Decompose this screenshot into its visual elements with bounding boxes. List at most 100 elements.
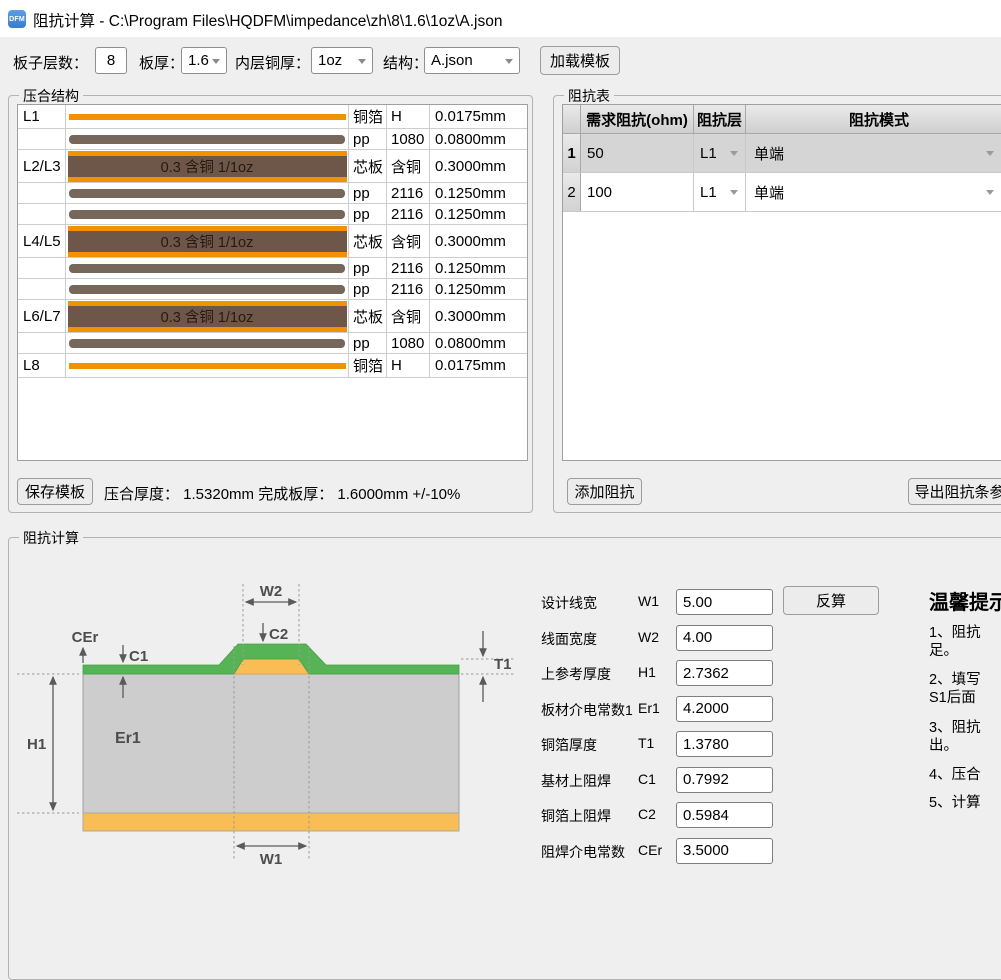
stackup-row[interactable]: L2/L30.3 含铜 1/1oz芯板含铜0.3000mm <box>18 150 527 183</box>
stackup-layer-graphic <box>66 204 349 224</box>
stackup-row[interactable]: L6/L70.3 含铜 1/1oz芯板含铜0.3000mm <box>18 300 527 333</box>
param-input-cer[interactable] <box>676 838 773 864</box>
param-symbol-cer: CEr <box>638 842 662 858</box>
param-input-er1[interactable] <box>676 696 773 722</box>
tips-line: 出。 <box>929 734 958 755</box>
impedance-layer-dropdown[interactable]: L1 <box>694 173 746 211</box>
window-title: 阻抗计算 - C:\Program Files\HQDFM\impedance\… <box>33 9 502 31</box>
pp-bar <box>69 135 345 144</box>
param-label-er1: 板材介电常数1 <box>541 700 633 720</box>
stackup-layer-graphic <box>66 258 349 278</box>
core-bar: 0.3 含铜 1/1oz <box>68 151 347 182</box>
stackup-row[interactable]: L1铜箔H0.0175mm <box>18 105 527 129</box>
row-number-cell[interactable]: 1 <box>563 134 581 172</box>
param-input-c1[interactable] <box>676 767 773 793</box>
board-thickness-value: 1.6 <box>188 52 209 69</box>
stackup-thickness: 0.1250mm <box>430 204 527 224</box>
h1-dim-label: H1 <box>27 736 46 753</box>
core-bar: 0.3 含铜 1/1oz <box>68 226 347 257</box>
impedance-mode-dropdown[interactable]: 单端 <box>746 134 1001 172</box>
stackup-material-spec: 含铜 <box>387 225 430 257</box>
stackup-thickness: 0.1250mm <box>430 258 527 278</box>
required-impedance-cell[interactable]: 100 <box>581 173 694 211</box>
stackup-row[interactable]: pp21160.1250mm <box>18 183 527 204</box>
stackup-summary: 压合厚度： 1.5320mm 完成板厚： 1.6000mm +/-10% <box>104 483 460 504</box>
param-symbol-c2: C2 <box>638 806 656 822</box>
inner-copper-dropdown[interactable]: 1oz <box>311 47 373 74</box>
calc-group: 阻抗计算 <box>8 537 1001 980</box>
stackup-row[interactable]: pp21160.1250mm <box>18 279 527 300</box>
stackup-material-spec: 1080 <box>387 333 430 353</box>
stackup-layer-graphic <box>66 354 349 377</box>
stackup-thickness: 0.1250mm <box>430 279 527 299</box>
required-impedance-cell[interactable]: 50 <box>581 134 694 172</box>
copper-bar <box>69 363 346 369</box>
param-symbol-er1: Er1 <box>638 700 660 716</box>
board-thickness-label: 板厚： <box>139 52 184 73</box>
stackup-material-spec: 2116 <box>387 183 430 203</box>
impedance-group-title: 阻抗表 <box>564 86 614 106</box>
param-label-t1: 铜箔厚度 <box>541 735 597 755</box>
param-input-t1[interactable] <box>676 731 773 757</box>
param-input-c2[interactable] <box>676 802 773 828</box>
save-template-button[interactable]: 保存模板 <box>17 478 93 505</box>
c2-dim-label: C2 <box>269 626 288 643</box>
stackup-thickness: 0.3000mm <box>430 300 527 332</box>
stackup-thickness: 0.1250mm <box>430 183 527 203</box>
stackup-material-spec: 1080 <box>387 129 430 149</box>
stackup-row[interactable]: pp21160.1250mm <box>18 204 527 225</box>
board-layers-input-box <box>95 47 127 74</box>
stackup-row[interactable]: pp10800.0800mm <box>18 333 527 354</box>
stackup-material-spec: 2116 <box>387 204 430 224</box>
stackup-row[interactable]: L4/L50.3 含铜 1/1oz芯板含铜0.3000mm <box>18 225 527 258</box>
param-label-h1: 上参考厚度 <box>541 664 611 684</box>
param-input-w2[interactable] <box>676 625 773 651</box>
pp-bar <box>69 264 345 273</box>
tips-line: 足。 <box>929 639 958 660</box>
chevron-down-icon <box>730 190 738 195</box>
row-number-cell[interactable]: 2 <box>563 173 581 211</box>
load-template-button[interactable]: 加载模板 <box>540 46 620 75</box>
add-impedance-button[interactable]: 添加阻抗 <box>567 478 642 505</box>
board-layers-label: 板子层数： <box>13 52 88 73</box>
chevron-down-icon <box>212 59 220 64</box>
stackup-layer-name <box>18 204 66 224</box>
reverse-calc-button[interactable]: 反算 <box>783 586 879 615</box>
stackup-layer-name <box>18 258 66 278</box>
chevron-down-icon <box>358 59 366 64</box>
stackup-row[interactable]: L8铜箔H0.0175mm <box>18 354 527 378</box>
tips-line: S1后面 <box>929 686 976 707</box>
stackup-material-type: pp <box>349 279 387 299</box>
stackup-row[interactable]: pp21160.1250mm <box>18 258 527 279</box>
stackup-layer-name: L6/L7 <box>18 300 66 332</box>
stackup-material-type: pp <box>349 183 387 203</box>
stackup-thickness: 0.3000mm <box>430 150 527 182</box>
board-thickness-dropdown[interactable]: 1.6 <box>181 47 227 74</box>
impedance-mode-dropdown[interactable]: 单端 <box>746 173 1001 211</box>
impedance-layer-dropdown[interactable]: L1 <box>694 134 746 172</box>
impedance-table-header: 需求阻抗(ohm) 阻抗层 阻抗模式 <box>563 105 1001 134</box>
impedance-row[interactable]: 150L1单端 <box>563 134 1001 173</box>
stackup-layer-graphic <box>66 279 349 299</box>
stackup-thickness: 0.0175mm <box>430 105 527 128</box>
inner-copper-value: 1oz <box>318 52 342 69</box>
param-label-w1: 设计线宽 <box>541 593 597 613</box>
param-input-h1[interactable] <box>676 660 773 686</box>
stackup-material-type: 芯板 <box>349 150 387 182</box>
export-impedance-button[interactable]: 导出阻抗条参数 <box>908 478 1001 505</box>
chevron-down-icon <box>986 190 994 195</box>
stackup-material-type: pp <box>349 333 387 353</box>
bottom-copper-plane <box>83 813 459 831</box>
impedance-group: 阻抗表 需求阻抗(ohm) 阻抗层 阻抗模式 150L1单端2100L1单端 添… <box>553 95 1001 513</box>
impedance-row[interactable]: 2100L1单端 <box>563 173 1001 212</box>
structure-dropdown[interactable]: A.json <box>424 47 520 74</box>
stackup-layer-name: L4/L5 <box>18 225 66 257</box>
board-layers-input[interactable] <box>102 48 120 73</box>
stackup-material-spec: H <box>387 354 430 377</box>
title-bar: DFM 阻抗计算 - C:\Program Files\HQDFM\impeda… <box>0 0 1001 37</box>
stackup-row[interactable]: pp10800.0800mm <box>18 129 527 150</box>
structure-label: 结构： <box>383 52 428 73</box>
pp-bar <box>69 339 345 348</box>
stackup-material-type: pp <box>349 129 387 149</box>
param-input-w1[interactable] <box>676 589 773 615</box>
